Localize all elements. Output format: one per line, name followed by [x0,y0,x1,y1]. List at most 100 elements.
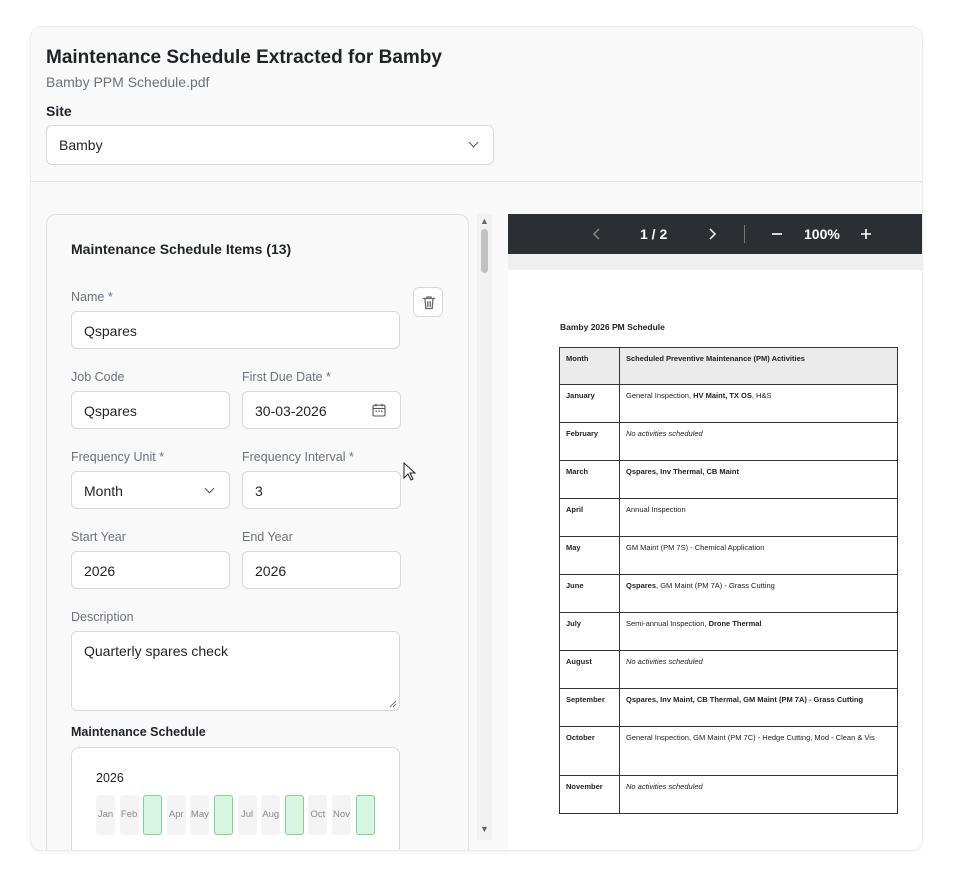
table-row: September Qspares, Inv Maint, CB Thermal,… [559,688,898,727]
first-due-date-field[interactable]: 30-03-2026 [242,391,401,429]
pdf-page: Bamby 2026 PM Schedule Month Scheduled P… [508,270,922,850]
name-value: Qspares [84,323,137,339]
month-cell-text: September [559,688,620,727]
zoom-out-icon[interactable] [771,228,783,240]
month-cell[interactable] [143,795,163,835]
mouse-cursor-icon [403,462,417,481]
activity-text: Semi-annual Inspection, [626,619,709,628]
scroll-down-icon[interactable]: ▼ [480,824,489,834]
month-cell[interactable] [284,795,304,835]
activities-cell: Annual Inspection [619,498,898,537]
frequency-unit-value: Month [84,483,123,499]
start-year-label: Start Year [71,530,126,544]
calendar-icon[interactable] [372,403,386,417]
scrollbar-thumb[interactable] [481,229,488,273]
file-name: Bamby PPM Schedule.pdf [46,74,210,90]
page-title: Maintenance Schedule Extracted for Bamby [46,47,442,68]
first-due-date-label: First Due Date * [242,370,331,384]
name-field[interactable]: Qspares [71,311,400,349]
schedule-items-title: Maintenance Schedule Items (13) [71,241,292,257]
month-cell[interactable] [214,795,233,835]
toolbar-separator [744,225,745,243]
table-row: January General Inspection, HV Maint, TX … [559,384,898,423]
table-header-row: Month Scheduled Preventive Maintenance (… [559,347,898,385]
next-page-icon[interactable] [707,228,717,240]
activities-cell: GM Maint (PM 7S) - Chemical Application [619,536,898,575]
activities-cell: No activities scheduled [619,775,898,814]
month-cell[interactable]: May [190,795,210,835]
trash-icon [422,296,436,310]
month-cell-text: April [559,498,620,537]
job-code-field[interactable]: Qspares [71,391,230,429]
month-cell[interactable]: Oct [308,795,328,835]
site-value: Bamby [59,137,103,153]
maintenance-schedule-title: Maintenance Schedule [71,725,206,739]
activities-cell: General Inspection, HV Maint, TX OS, H&S [619,384,898,423]
end-year-value: 2026 [255,563,287,579]
month-cell[interactable]: Apr [166,795,186,835]
resize-handle-icon[interactable] [389,700,397,708]
activity-text: Qspares, Inv Maint, CB Thermal, GM Maint… [626,695,864,704]
start-year-value: 2026 [84,563,116,579]
month-cell[interactable]: Jan [96,795,115,835]
month-cell[interactable]: Nov [332,795,351,835]
activity-text: Qspares, Inv Thermal, CB Maint [626,467,739,476]
frequency-interval-field[interactable]: 3 [242,471,401,509]
month-cell[interactable]: Aug [261,795,281,835]
month-cell[interactable]: Jul [237,795,257,835]
zoom-level: 100% [804,226,840,242]
schedule-items-panel: Maintenance Schedule Items (13) Name * Q… [46,214,469,850]
schedule-year: 2026 [96,771,124,785]
activities-cell: No activities scheduled [619,650,898,689]
end-year-field[interactable]: 2026 [242,551,401,589]
table-row: February No activities scheduled [559,422,898,461]
table-row: August No activities scheduled [559,650,898,689]
delete-item-button[interactable] [413,287,443,317]
activity-text: General Inspection, [626,391,694,400]
job-code-label: Job Code [71,370,125,384]
divider [31,181,922,182]
month-cell[interactable] [355,795,375,835]
zoom-in-icon[interactable] [860,228,872,240]
activity-text: No activities scheduled [626,429,703,438]
month-cell-text: July [559,612,620,651]
table-row: November No activities scheduled [559,775,898,814]
activity-text: GM Maint (PM 7S) - Chemical Application [626,543,765,552]
form-scrollbar[interactable] [477,214,492,840]
pdf-page-gap [508,254,922,270]
start-year-field[interactable]: 2026 [71,551,230,589]
pdf-toolbar: 1 / 2 100% [508,214,922,254]
scroll-up-icon[interactable]: ▲ [480,216,489,226]
description-textarea[interactable]: Quarterly spares check [71,631,400,711]
description-value: Quarterly spares check [84,643,228,659]
activities-cell: General Inspection, GM Maint (PM 7C) - H… [619,726,898,776]
table-row: March Qspares, Inv Thermal, CB Maint [559,460,898,499]
activity-text: HV Maint, TX OS [693,391,752,400]
month-cell[interactable]: Feb [119,795,139,835]
activity-text: , GM Maint (PM 7A) - Grass Cutting [656,581,775,590]
schedule-calendar: 2026 Jan Feb Apr May Jul Aug Oct Nov [71,747,400,850]
activity-text: Qspares [626,581,657,590]
activity-text: No activities scheduled [626,782,703,791]
page-indicator: 1 / 2 [640,226,668,242]
table-row: April Annual Inspection [559,498,898,537]
activities-cell: Qspares, Inv Thermal, CB Maint [619,460,898,499]
name-label: Name * [71,290,113,304]
activity-text: Drone Thermal [708,619,762,628]
first-due-date-value: 30-03-2026 [255,403,327,419]
activity-text: , H&S [751,391,772,400]
activity-text: Annual Inspection [626,505,686,514]
activities-cell: No activities scheduled [619,422,898,461]
site-select[interactable]: Bamby [46,125,494,165]
frequency-unit-select[interactable]: Month [71,471,230,509]
month-cell-text: May [559,536,620,575]
month-cell-text: March [559,460,620,499]
frequency-interval-label: Frequency Interval * [242,450,354,464]
chevron-down-icon [468,137,479,148]
table-row: May GM Maint (PM 7S) - Chemical Applicati… [559,536,898,575]
pm-schedule-table: Month Scheduled Preventive Maintenance (… [559,347,898,814]
job-code-value: Qspares [84,403,137,419]
prev-page-icon[interactable] [592,228,602,240]
month-cell-text: June [559,574,620,613]
frequency-interval-value: 3 [255,483,263,499]
